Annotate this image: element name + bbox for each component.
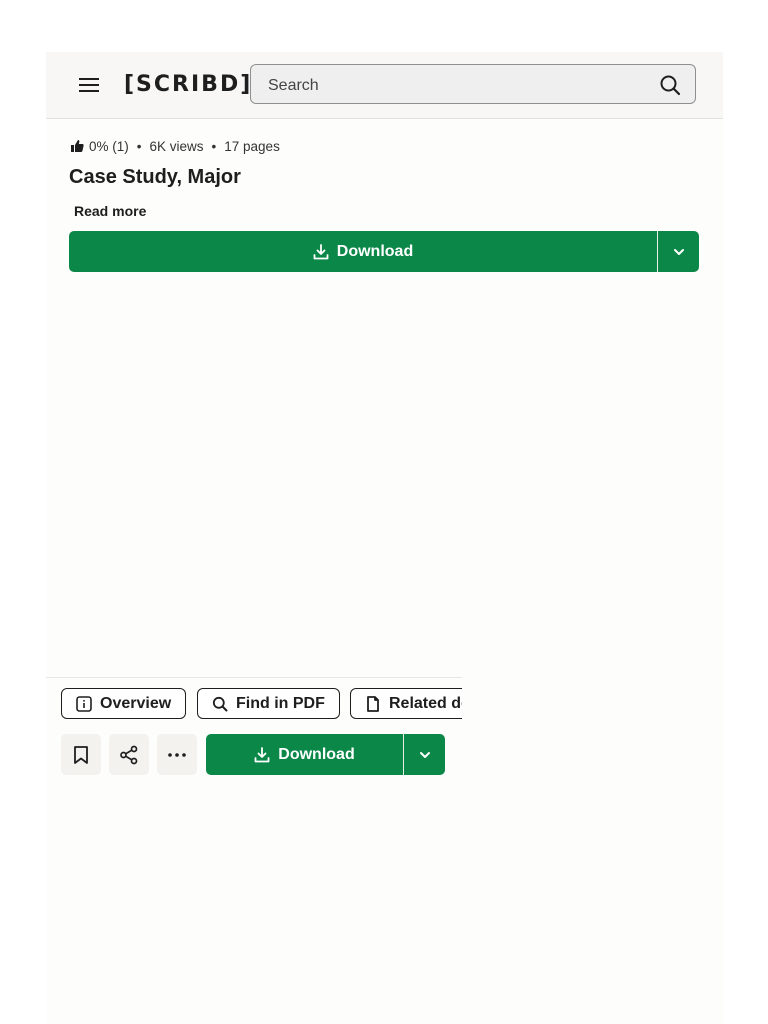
download-label: Download bbox=[336, 242, 414, 260]
info-icon bbox=[76, 695, 92, 712]
share-icon bbox=[120, 745, 138, 764]
download-label-bottom: Download bbox=[278, 745, 355, 763]
download-button-group: Download bbox=[69, 231, 699, 272]
download-options-button[interactable] bbox=[658, 231, 699, 272]
download-button[interactable]: Download bbox=[69, 231, 657, 272]
more-options-button[interactable] bbox=[157, 734, 197, 775]
share-button[interactable] bbox=[109, 734, 149, 775]
scribd-logo[interactable]: [SCRIBD] bbox=[124, 69, 252, 101]
tab-overview-label: Overview bbox=[100, 694, 172, 712]
document-title: Case Study, Major bbox=[69, 166, 241, 188]
download-icon bbox=[254, 746, 270, 762]
search-box[interactable] bbox=[250, 64, 696, 104]
search-input[interactable] bbox=[266, 74, 650, 98]
document-icon bbox=[367, 695, 379, 712]
download-button-group-bottom: Download bbox=[206, 734, 445, 775]
meta-separator: • bbox=[211, 138, 217, 154]
download-button-bottom[interactable]: Download bbox=[206, 734, 403, 775]
tab-related-documents-label: Related documents bbox=[389, 694, 462, 712]
page-count: 17 pages bbox=[224, 138, 280, 154]
more-icon bbox=[168, 752, 186, 757]
page-background bbox=[46, 52, 723, 1024]
hamburger-menu-icon[interactable] bbox=[78, 76, 100, 94]
thumbs-up-icon bbox=[71, 140, 84, 152]
read-more-link[interactable]: Read more bbox=[74, 203, 146, 219]
document-meta: 0% (1) • 6K views • 17 pages bbox=[70, 138, 280, 154]
bookmark-icon bbox=[74, 745, 88, 764]
search-icon[interactable] bbox=[659, 74, 681, 96]
meta-separator: • bbox=[136, 138, 142, 154]
bookmark-button[interactable] bbox=[61, 734, 101, 775]
tab-overview[interactable]: Overview bbox=[61, 688, 187, 719]
views-count: 6K views bbox=[149, 138, 204, 154]
search-icon bbox=[212, 696, 228, 711]
download-options-button-bottom[interactable] bbox=[404, 734, 445, 775]
chevron-down-icon bbox=[419, 751, 430, 758]
rating-text: 0% (1) bbox=[89, 138, 129, 154]
bottom-toolbar: Overview Find in PDF Related documents bbox=[46, 677, 462, 788]
tab-find-in-pdf[interactable]: Find in PDF bbox=[197, 688, 340, 719]
download-icon bbox=[313, 243, 329, 259]
tab-related-documents[interactable]: Related documents bbox=[350, 688, 462, 719]
chevron-down-icon bbox=[673, 248, 684, 255]
tab-find-in-pdf-label: Find in PDF bbox=[236, 694, 325, 712]
